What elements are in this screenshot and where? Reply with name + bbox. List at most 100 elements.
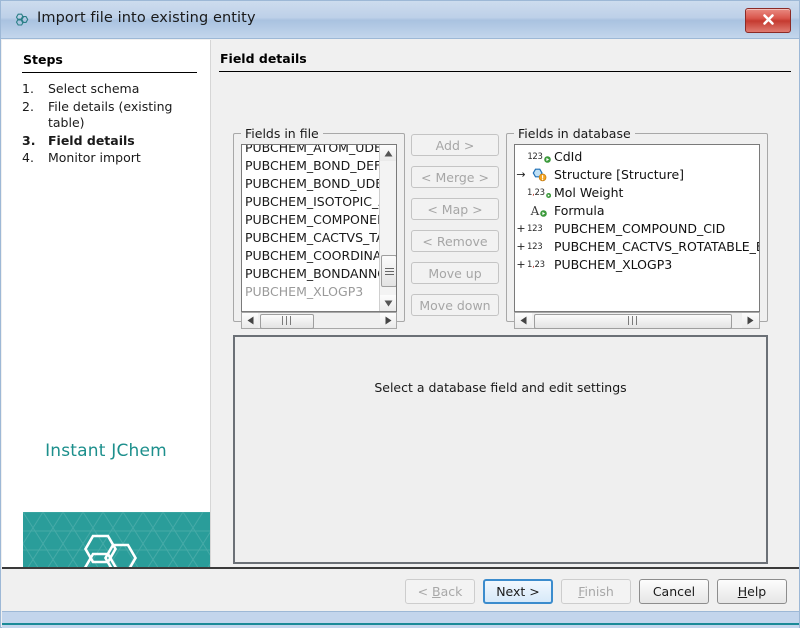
list-item[interactable]: 123 CdId <box>515 148 759 166</box>
merge-button[interactable]: < Merge > <box>411 166 499 188</box>
mapped-arrow-icon: → <box>515 166 527 184</box>
list-item[interactable]: PUBCHEM_BONDANNOT <box>242 265 379 283</box>
content-panel: Field details Fields in file PUBCHEM_ATO… <box>211 40 799 605</box>
scroll-right-button[interactable] <box>742 313 759 328</box>
list-item[interactable]: A Formula <box>515 202 759 220</box>
move-up-button[interactable]: Move up <box>411 262 499 284</box>
step-number: 3. <box>22 133 48 150</box>
finish-button[interactable]: Finish <box>561 579 631 604</box>
step-number: 2. <box>22 99 48 132</box>
fields-in-database-list[interactable]: 123 CdId → <box>514 144 760 312</box>
int-field-icon: 123 <box>527 220 551 238</box>
new-field-plus-icon: + <box>515 238 527 256</box>
list-item[interactable]: PUBCHEM_CACTVS_TA <box>242 229 379 247</box>
field-name: Structure [Structure] <box>551 166 684 184</box>
new-field-plus-icon: + <box>515 220 527 238</box>
grip-icon <box>385 267 394 276</box>
chevron-left-icon <box>520 316 527 325</box>
fields-in-file-group: Fields in file PUBCHEM_ATOM_UDEF PUBCHEM… <box>233 126 405 322</box>
help-button[interactable]: Help <box>717 579 787 604</box>
scroll-thumb[interactable]: ||| <box>260 314 314 329</box>
scroll-thumb[interactable]: ||| <box>534 314 732 329</box>
window-title: Import file into existing entity <box>37 10 256 26</box>
close-button[interactable] <box>745 8 791 33</box>
chevron-right-icon <box>385 316 392 325</box>
step-label: Field details <box>48 133 202 150</box>
chevron-left-icon <box>247 316 254 325</box>
list-item[interactable]: + 123 PUBCHEM_CACTVS_ROTATABLE_BON <box>515 238 759 256</box>
steps-list: 1. Select schema 2. File details (existi… <box>22 81 202 168</box>
page-title-divider <box>219 71 791 72</box>
list-item[interactable]: PUBCHEM_COORDINATI <box>242 247 379 265</box>
decimal-field-icon: 1,23 <box>527 256 551 274</box>
list-item[interactable]: → Structure [Structure] <box>515 166 759 184</box>
accent-line <box>2 623 799 625</box>
decimal-field-icon: 1,23 <box>527 184 551 202</box>
step-item-4: 4. Monitor import <box>22 150 202 167</box>
step-item-1: 1. Select schema <box>22 81 202 98</box>
list-item[interactable]: 1,23 Mol Weight <box>515 184 759 202</box>
title-bar: Import file into existing entity <box>1 1 799 39</box>
scroll-left-button[interactable] <box>515 313 532 328</box>
files-list-vertical-scrollbar[interactable] <box>379 145 396 311</box>
list-item[interactable]: PUBCHEM_COMPONENT <box>242 211 379 229</box>
list-item[interactable]: PUBCHEM_ISOTOPIC_A <box>242 193 379 211</box>
files-list-horizontal-scrollbar[interactable]: ||| <box>241 312 397 329</box>
transfer-buttons: Add > < Merge > < Map > < Remove Move up… <box>411 134 499 326</box>
step-label: File details (existing table) <box>48 99 202 132</box>
scroll-down-button[interactable] <box>380 295 396 311</box>
back-button[interactable]: < Back <box>405 579 475 604</box>
list-item[interactable]: PUBCHEM_ATOM_UDEF <box>242 145 379 157</box>
field-settings-panel: Select a database field and edit setting… <box>233 335 768 564</box>
int-field-icon: 123 <box>527 148 551 166</box>
chevron-right-icon <box>747 316 754 325</box>
close-icon <box>761 12 776 27</box>
field-name: Mol Weight <box>551 184 623 202</box>
wizard-footer: < Back Next > Finish Cancel Help <box>2 567 799 611</box>
steps-divider <box>22 72 197 73</box>
fields-in-file-title: Fields in file <box>241 126 323 141</box>
list-item[interactable]: PUBCHEM_XLOGP3 <box>242 283 379 301</box>
new-field-plus-icon: + <box>515 256 527 274</box>
chevron-down-icon <box>384 300 393 307</box>
int-field-icon: 123 <box>527 238 551 256</box>
list-viewport[interactable]: 123 CdId → <box>515 145 759 311</box>
map-button[interactable]: < Map > <box>411 198 499 220</box>
scroll-left-button[interactable] <box>242 313 258 328</box>
steps-panel: Steps 1. Select schema 2. File details (… <box>2 40 211 605</box>
field-name: PUBCHEM_COMPOUND_CID <box>551 220 725 238</box>
next-button[interactable]: Next > <box>483 579 553 604</box>
step-item-2: 2. File details (existing table) <box>22 99 202 132</box>
step-number: 4. <box>22 150 48 167</box>
step-number: 1. <box>22 81 48 98</box>
list-item[interactable]: PUBCHEM_BOND_DEF_S <box>242 157 379 175</box>
step-label: Monitor import <box>48 150 202 167</box>
brand-name: Instant JChem <box>2 441 210 461</box>
steps-heading: Steps <box>23 52 63 67</box>
scroll-right-button[interactable] <box>380 313 396 328</box>
detail-placeholder-text: Select a database field and edit setting… <box>235 380 766 395</box>
field-name: Formula <box>551 202 605 220</box>
list-viewport[interactable]: PUBCHEM_ATOM_UDEF PUBCHEM_BOND_DEF_S PUB… <box>242 145 379 311</box>
move-down-button[interactable]: Move down <box>411 294 499 316</box>
cancel-button[interactable]: Cancel <box>639 579 709 604</box>
field-name: CdId <box>551 148 582 166</box>
chevron-up-icon <box>384 150 393 157</box>
list-item[interactable]: + 1,23 PUBCHEM_XLOGP3 <box>515 256 759 274</box>
fields-in-file-list[interactable]: PUBCHEM_ATOM_UDEF PUBCHEM_BOND_DEF_S PUB… <box>241 144 397 312</box>
add-button[interactable]: Add > <box>411 134 499 156</box>
list-item[interactable]: + 123 PUBCHEM_COMPOUND_CID <box>515 220 759 238</box>
text-field-icon: A <box>527 202 551 220</box>
structure-field-icon <box>527 168 551 182</box>
scroll-up-button[interactable] <box>380 145 396 161</box>
grip-icon: ||| <box>627 317 639 326</box>
database-list-horizontal-scrollbar[interactable]: ||| <box>514 312 760 329</box>
window-bottom-strip <box>2 611 799 628</box>
fields-in-database-title: Fields in database <box>514 126 635 141</box>
field-name: PUBCHEM_XLOGP3 <box>551 256 672 274</box>
scroll-thumb[interactable] <box>381 255 397 287</box>
import-wizard-window: Import file into existing entity Steps 1… <box>0 0 800 628</box>
list-item[interactable]: PUBCHEM_BOND_UDEF_ <box>242 175 379 193</box>
fields-in-database-group: Fields in database 123 <box>506 126 768 322</box>
remove-button[interactable]: < Remove <box>411 230 499 252</box>
